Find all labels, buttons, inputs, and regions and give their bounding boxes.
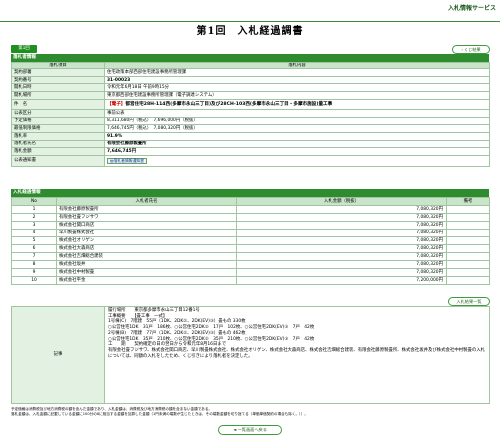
bid-remark <box>446 220 490 230</box>
top-bar: 入札情報サービス <box>0 0 500 22</box>
bid-name: 早川製畳株式会社 <box>56 228 237 238</box>
label-subject: 件 名 <box>11 98 105 110</box>
bid-row: 5 株式会社オリゲン 7,080,320円 <box>11 236 490 246</box>
label-contract-no: 契約番号 <box>11 75 105 85</box>
bid-name: 株式会社大森商店 <box>56 244 237 254</box>
bid-remark <box>446 228 490 238</box>
bid-remark <box>446 252 490 262</box>
bid-row: 3 株式会社関口商店 7,080,320円 <box>11 220 490 230</box>
bid-amount: 7,200,000円 <box>236 275 447 285</box>
bid-no: 1 <box>11 204 57 214</box>
bid-remark <box>446 260 490 270</box>
bid-amount: 7,080,320円 <box>236 236 447 246</box>
remarks-label: 記事 <box>11 306 105 404</box>
bids-header-amount: 入札金額（税抜） <box>236 197 447 206</box>
notice-document-link[interactable]: ▤落札者情報通知書 <box>107 157 147 165</box>
bid-row: 7 株式会社吉畑総合建装 7,080,320円 <box>11 252 490 262</box>
bid-no: 2 <box>11 212 57 222</box>
bid-remark <box>446 268 490 277</box>
bids-header-name: 入札者氏名 <box>56 197 237 206</box>
remarks-content: 履行場所 東京都多摩市永山三丁目12番1号 工事概要 【畳工事 一式】 1号棟(C)… <box>104 306 490 404</box>
bid-name: 株式会社坂井 <box>56 260 237 270</box>
bid-row: 6 株式会社大森商店 7,080,320円 <box>11 244 490 254</box>
label-amount: 落札金額 <box>11 147 105 156</box>
remarks-table: 記事 履行場所 東京都多摩市永山三丁目12番1号 工事概要 【畳工事 一式】 1号棟… <box>11 306 490 404</box>
footnotes: 予定価格は消費税及び地方消費税の額を含んだ金額であり、入札金額は、消費税及び地方… <box>11 407 491 417</box>
label-planned-price: 予定価格 <box>11 116 105 126</box>
value-department: 住宅政策本部西部住宅建設事務所管理課 <box>104 68 490 77</box>
bid-row: 10 株式会社平金 7,200,000円 <box>11 275 490 285</box>
bid-name: 株式会社平金 <box>56 275 237 285</box>
label-winner: 落札者氏名 <box>11 139 105 149</box>
bid-remark <box>446 275 490 285</box>
bid-no: 5 <box>11 236 57 246</box>
value-planned-price: 8,311,680円（税込） 7,696,000円（税抜） <box>104 116 490 126</box>
bid-amount: 7,080,320円 <box>236 268 447 277</box>
bid-row: 8 株式会社坂井 7,080,320円 <box>11 260 490 270</box>
bid-amount: 7,080,320円 <box>236 252 447 262</box>
bid-name: 株式会社中村製畳 <box>56 268 237 277</box>
bidder-list-button[interactable]: 入札結果一覧 <box>448 297 490 306</box>
bid-row: 1 有限会社藤原製畳所 7,080,320円 <box>11 204 490 214</box>
bid-amount: 7,080,320円 <box>236 220 447 230</box>
label-department: 契約部署 <box>11 68 105 77</box>
summary-table: 落札項目 落札内容 契約部署 住宅政策本部西部住宅建設事務所管理課 契約番号 3… <box>11 61 490 167</box>
value-min-price: 7,646,745円（税込） 7,080,320円（税抜） <box>104 124 490 133</box>
arrow-icon: ‹ <box>461 47 463 52</box>
bid-amount: 7,080,320円 <box>236 204 447 214</box>
return-list-button[interactable]: ◄ 一覧画面へ戻る <box>218 425 282 435</box>
value-winner: 有限会社藤原製畳所 <box>104 139 490 149</box>
label-bid-type: 公表区分 <box>11 108 105 118</box>
value-open-date: 令和元年6月18日 午前9時15分 <box>104 83 490 93</box>
bid-no: 9 <box>11 268 57 277</box>
value-rate: 91.9% <box>104 131 490 141</box>
bid-amount: 7,080,320円 <box>236 228 447 238</box>
bid-row: 2 有限会社畳フジサワ 7,080,320円 <box>11 212 490 222</box>
round-tag: 第1回 <box>11 45 37 53</box>
value-contract-no: 31-00023 <box>104 75 490 85</box>
bid-no: 10 <box>11 275 57 285</box>
value-amount: 7,646,745円 <box>104 147 490 156</box>
bid-remark <box>446 204 490 214</box>
value-notice: ▤落札者情報通知書 <box>104 154 490 167</box>
bids-table: No 入札者氏名 入札金額（税抜） 備考 1 有限会社藤原製畳所 7,080,320… <box>11 197 490 285</box>
bid-name: 株式会社吉畑総合建装 <box>56 252 237 262</box>
bid-no: 7 <box>11 252 57 262</box>
bid-name: 有限会社畳フジサワ <box>56 212 237 222</box>
bid-amount: 7,080,320円 <box>236 260 447 270</box>
label-rate: 落札率 <box>11 131 105 141</box>
lottery-result-button[interactable]: ‹くじ結果 <box>452 45 490 54</box>
bid-name: 株式会社関口商店 <box>56 220 237 230</box>
summary-section-header: 落札者情報 <box>11 54 489 62</box>
bid-name: 株式会社オリゲン <box>56 236 237 246</box>
footnote-2: 落札金額は、入札金額に記載している金額に100分の8に相当する金額を加算した金額… <box>11 412 309 416</box>
label-open-place: 開札場所 <box>11 91 105 100</box>
bid-no: 4 <box>11 228 57 238</box>
service-name: 入札情報サービス <box>447 5 496 12</box>
bid-no: 6 <box>11 244 57 254</box>
bids-section-header: 入札経過情報 <box>11 189 489 197</box>
bid-row: 4 早川製畳株式会社 7,080,320円 <box>11 228 490 238</box>
remark-line: 有限会社畳フジサワ、株式会社関口商店、早川製畳株式会社、株式会社オリゲン、株式会… <box>108 347 486 359</box>
bid-remark <box>446 212 490 222</box>
bids-header-remark: 備考 <box>446 197 490 206</box>
value-open-place: 東京都西部住宅建設事務所管理課（電子調達システム） <box>104 91 490 100</box>
bid-amount: 7,080,320円 <box>236 244 447 254</box>
bid-no: 8 <box>11 260 57 270</box>
bid-no: 3 <box>11 220 57 230</box>
bid-remark <box>446 244 490 254</box>
bid-amount: 7,080,320円 <box>236 212 447 222</box>
value-subject: 【電子】都営住宅28H-114西(多摩市永山三丁目)及び28CH-103西(多摩… <box>104 98 490 110</box>
bid-name: 有限会社藤原製畳所 <box>56 204 237 214</box>
bid-remark <box>446 236 490 246</box>
bid-row: 9 株式会社中村製畳 7,080,320円 <box>11 268 490 277</box>
label-min-price: 最低制限価格 <box>11 124 105 133</box>
value-bid-type: 事前公表 <box>104 108 490 118</box>
page-title: 第1回 入札経過調書 <box>196 26 304 37</box>
label-open-date: 開札日時 <box>11 83 105 93</box>
bids-header-no: No <box>11 197 57 206</box>
electronic-tag: 【電子】 <box>107 101 126 107</box>
label-notice: 公表通知書 <box>11 154 105 167</box>
